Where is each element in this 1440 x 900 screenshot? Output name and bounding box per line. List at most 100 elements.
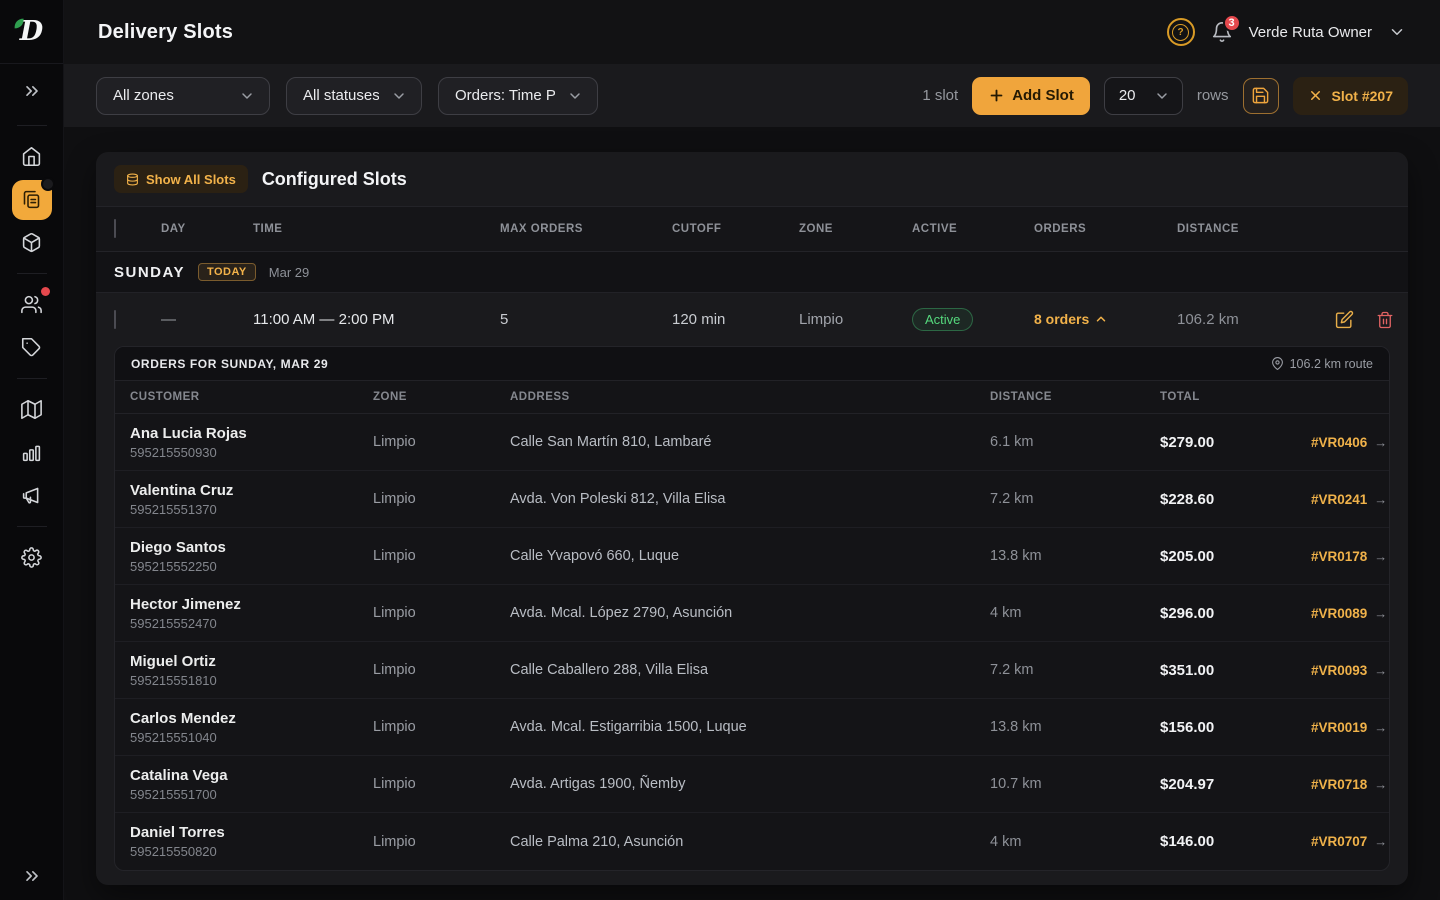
show-all-slots-button[interactable]: Show All Slots xyxy=(114,165,248,193)
statuses-dropdown[interactable]: All statuses xyxy=(286,77,422,115)
notification-dot xyxy=(41,287,50,296)
rows-per-page-select[interactable]: 20 xyxy=(1104,77,1183,115)
package-icon xyxy=(21,232,42,253)
sidebar-expand-top[interactable] xyxy=(22,76,42,106)
ocol-total: TOTAL xyxy=(1160,391,1311,403)
slot-cutoff: 120 min xyxy=(672,311,799,328)
order-id: #VR0089 xyxy=(1311,606,1367,621)
selected-slot-chip[interactable]: Slot #207 xyxy=(1293,77,1408,115)
edit-slot-button[interactable] xyxy=(1335,310,1354,329)
sidebar: D xyxy=(0,0,64,900)
help-button[interactable]: ? xyxy=(1167,18,1195,46)
order-link[interactable]: #VR0178→ xyxy=(1311,549,1390,564)
sidebar-item-settings[interactable] xyxy=(12,538,52,578)
orders-panel: ORDERS FOR SUNDAY, MAR 29 106.2 km route… xyxy=(114,346,1390,871)
order-address: Avda. Mcal. López 2790, Asunción xyxy=(510,605,990,621)
slots-table-header: DAY TIME MAX ORDERS CUTOFF ZONE ACTIVE O… xyxy=(96,206,1408,252)
orders-filter-dropdown[interactable]: Orders: Time Pla xyxy=(438,77,598,115)
order-row: Catalina Vega595215551700 Limpio Avda. A… xyxy=(115,756,1389,813)
arrow-right-icon: → xyxy=(1374,606,1387,621)
card-title: Configured Slots xyxy=(262,169,407,190)
slot-max-orders: 5 xyxy=(500,311,672,328)
order-row: Hector Jimenez595215552470 Limpio Avda. … xyxy=(115,585,1389,642)
zones-dropdown[interactable]: All zones xyxy=(96,77,270,115)
page-title: Delivery Slots xyxy=(98,21,233,44)
order-link[interactable]: #VR0019→ xyxy=(1311,720,1390,735)
sidebar-item-tags[interactable] xyxy=(12,328,52,368)
notifications-button[interactable]: 3 xyxy=(1211,21,1233,43)
rows-per-page-value: 20 xyxy=(1119,87,1136,104)
order-row: Valentina Cruz595215551370 Limpio Avda. … xyxy=(115,471,1389,528)
user-menu-button[interactable] xyxy=(1388,23,1406,41)
sidebar-item-home[interactable] xyxy=(12,137,52,177)
customer-name: Catalina Vega xyxy=(130,767,373,784)
customer-phone: 595215551370 xyxy=(130,502,373,517)
order-link[interactable]: #VR0241→ xyxy=(1311,492,1390,507)
add-slot-button[interactable]: Add Slot xyxy=(972,77,1090,115)
sidebar-item-delivery-slots[interactable] xyxy=(12,180,52,220)
order-link[interactable]: #VR0406→ xyxy=(1311,435,1390,450)
chevron-down-icon xyxy=(239,88,255,104)
configured-slots-card: Show All Slots Configured Slots DAY TIME… xyxy=(96,152,1408,885)
save-icon xyxy=(1251,86,1270,105)
sidebar-item-marketing[interactable] xyxy=(12,476,52,516)
customer-name: Valentina Cruz xyxy=(130,482,373,499)
customer-name: Hector Jimenez xyxy=(130,596,373,613)
save-view-button[interactable] xyxy=(1243,78,1279,114)
sidebar-item-analytics[interactable] xyxy=(12,433,52,473)
col-active: ACTIVE xyxy=(912,223,1034,235)
order-link[interactable]: #VR0089 → xyxy=(1311,606,1390,621)
order-distance: 6.1 km xyxy=(990,434,1160,450)
arrow-right-icon: → xyxy=(1374,777,1387,792)
arrow-right-icon: → xyxy=(1374,663,1387,678)
chevron-down-icon xyxy=(391,88,407,104)
order-link[interactable]: #VR0093 → xyxy=(1311,663,1390,678)
delete-slot-button[interactable] xyxy=(1376,311,1394,329)
chevron-down-icon xyxy=(567,88,583,104)
order-id: #VR0241 xyxy=(1311,492,1367,507)
chevron-down-icon xyxy=(1154,88,1170,104)
user-menu-label[interactable]: Verde Ruta Owner xyxy=(1249,24,1372,41)
order-distance: 13.8 km xyxy=(990,719,1160,735)
leaf-icon xyxy=(13,16,26,31)
order-distance: 4 km xyxy=(990,834,1160,850)
tag-icon xyxy=(21,337,42,358)
app-root: D xyxy=(0,0,1440,900)
order-id: #VR0093 xyxy=(1311,663,1367,678)
chevron-down-icon xyxy=(1388,23,1406,41)
brand-logo[interactable]: D xyxy=(0,0,63,64)
order-link[interactable]: #VR0718→ xyxy=(1311,777,1390,792)
customer-phone: 595215551040 xyxy=(130,730,373,745)
order-distance: 7.2 km xyxy=(990,491,1160,507)
sidebar-item-products[interactable] xyxy=(12,223,52,263)
order-id: #VR0406 xyxy=(1311,435,1367,450)
ocol-customer: CUSTOMER xyxy=(130,391,373,403)
sidebar-item-customers[interactable] xyxy=(12,285,52,325)
today-badge: TODAY xyxy=(198,263,256,281)
statuses-dropdown-value: All statuses xyxy=(303,87,379,104)
order-link[interactable]: #VR0707→ xyxy=(1311,834,1390,849)
slot-distance: 106.2 km xyxy=(1177,311,1335,328)
filter-bar-right: 1 slot Add Slot 20 rows Slot #207 xyxy=(922,77,1408,115)
customer-phone: 595215551700 xyxy=(130,787,373,802)
close-icon[interactable] xyxy=(1308,88,1323,103)
logo-letter: D xyxy=(20,18,43,45)
select-all-checkbox[interactable] xyxy=(114,219,116,238)
edit-icon xyxy=(1335,310,1354,329)
order-address: Avda. Mcal. Estigarribia 1500, Luque xyxy=(510,719,990,735)
customer-name: Diego Santos xyxy=(130,539,373,556)
slot-checkbox[interactable] xyxy=(114,310,116,329)
col-distance: DISTANCE xyxy=(1177,223,1335,235)
sidebar-expand-bottom[interactable] xyxy=(22,866,42,886)
order-address: Calle Yvapovó 660, Luque xyxy=(510,548,990,564)
help-icon: ? xyxy=(1172,24,1189,41)
gear-icon xyxy=(21,547,42,568)
orders-panel-title: ORDERS FOR SUNDAY, MAR 29 xyxy=(131,357,328,371)
order-row: Carlos Mendez595215551040 Limpio Avda. M… xyxy=(115,699,1389,756)
order-row: Diego Santos595215552250 Limpio Calle Yv… xyxy=(115,528,1389,585)
bar-chart-icon xyxy=(21,442,42,463)
chevron-up-icon xyxy=(1094,312,1108,326)
day-group-row: SUNDAY TODAY Mar 29 xyxy=(96,252,1408,293)
sidebar-item-map[interactable] xyxy=(12,390,52,430)
orders-expand-toggle[interactable]: 8 orders xyxy=(1034,311,1108,327)
